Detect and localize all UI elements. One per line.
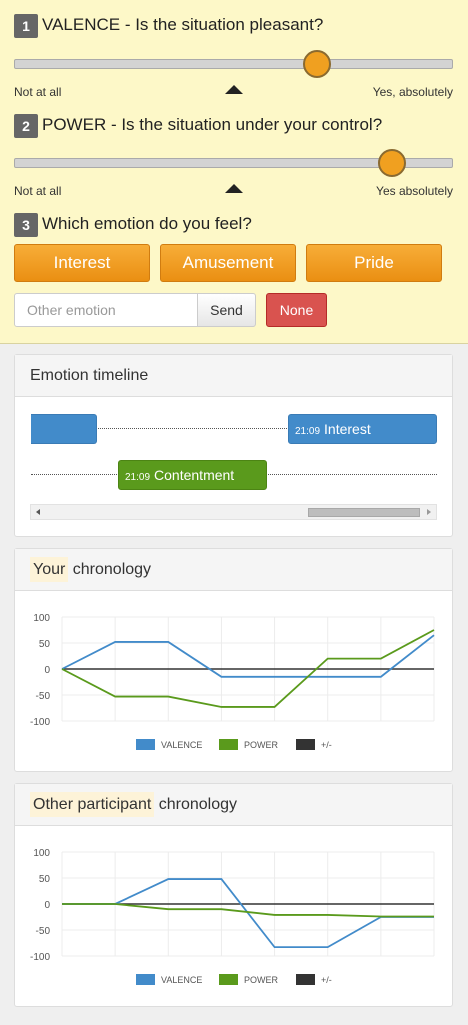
legend-label: VALENCE (161, 740, 202, 750)
legend-label: POWER (244, 975, 279, 985)
question-3-number: 3 (14, 213, 38, 237)
emotion-timeline-panel: Emotion timeline 21:09 Interest 21:09 Cont… (14, 354, 453, 537)
legend-swatch (219, 974, 238, 985)
y-tick-label: -100 (30, 952, 50, 963)
scroll-right-arrow-icon[interactable] (427, 509, 431, 515)
emotion-button-interest[interactable]: Interest (14, 244, 150, 282)
timeline-item-time: 21:09 (125, 472, 151, 483)
timeline-item-time: 21:09 (295, 426, 321, 437)
timeline-item-label: Interest (324, 421, 371, 437)
legend-label: +/- (321, 740, 332, 750)
none-button[interactable]: None (266, 293, 327, 327)
questionnaire: 1 VALENCE - Is the situation pleasant? N… (0, 0, 468, 344)
valence-min-label: Not at all (14, 85, 62, 99)
power-min-label: Not at all (14, 184, 62, 198)
legend-swatch (296, 739, 315, 750)
scrollbar-thumb[interactable] (308, 508, 420, 517)
legend-swatch (296, 974, 315, 985)
series-line-valence (62, 878, 434, 949)
scroll-left-arrow-icon[interactable] (36, 509, 40, 515)
series-line-valence (61, 634, 435, 678)
question-1-text: VALENCE - Is the situation pleasant? (42, 15, 324, 34)
your-chronology-title-highlight: Your (30, 557, 69, 582)
other-chronology-title: Other participant chronology (15, 784, 452, 826)
valence-slider-handle[interactable] (302, 50, 331, 78)
valence-slider-track[interactable] (14, 59, 453, 69)
legend-label: +/- (321, 975, 332, 985)
y-tick-label: -100 (30, 717, 50, 728)
timeline-item-contentment[interactable]: 21:09 Contentment (118, 460, 267, 490)
emotion-timeline-title: Emotion timeline (15, 355, 452, 397)
legend-swatch (219, 739, 238, 750)
power-slider-handle[interactable] (377, 149, 406, 177)
power-midpoint-marker-icon (225, 184, 243, 193)
other-chronology-title-rest: chronology (154, 796, 237, 813)
your-chronology-title: Your chronology (15, 549, 452, 591)
valence-midpoint-marker-icon (225, 85, 243, 94)
y-tick-label: 0 (44, 900, 50, 911)
valence-max-label: Yes, absolutely (372, 85, 453, 99)
legend-swatch (136, 974, 155, 985)
timeline-horizontal-scrollbar[interactable] (30, 504, 437, 520)
y-tick-label: 100 (33, 848, 50, 859)
y-tick-label: -50 (36, 926, 51, 937)
other-chronology-title-highlight: Other participant (30, 792, 155, 817)
legend-swatch (136, 739, 155, 750)
other-emotion-input[interactable] (14, 293, 198, 327)
y-tick-label: -50 (36, 691, 51, 702)
question-2-text: POWER - Is the situation under your cont… (42, 115, 383, 134)
timeline-bar-partial[interactable] (31, 414, 97, 444)
timeline-item-label: Contentment (154, 467, 235, 483)
timeline-item-interest[interactable]: 21:09 Interest (288, 414, 437, 444)
question-1-number: 1 (14, 14, 38, 38)
emotion-button-pride[interactable]: Pride (306, 244, 442, 282)
your-chronology-panel: Your chronology 100 50 0 -50 -100 VALENCE POWE… (14, 548, 453, 772)
other-chronology-panel: Other participant chronology 100 50 0 -50 -1… (14, 783, 453, 1007)
question-2-number: 2 (14, 114, 38, 138)
power-max-label: Yes absolutely (376, 184, 453, 198)
y-tick-label: 50 (39, 639, 51, 650)
legend-label: POWER (244, 740, 279, 750)
legend-label: VALENCE (161, 975, 202, 985)
emotion-button-amusement[interactable]: Amusement (160, 244, 296, 282)
y-tick-label: 50 (39, 874, 51, 885)
question-3-text: Which emotion do you feel? (42, 214, 252, 233)
timeline-body: 21:09 Interest 21:09 Contentment (15, 398, 452, 536)
your-chronology-chart: 100 50 0 -50 -100 VALENCE POWER +/- (30, 613, 435, 750)
y-tick-label: 100 (33, 613, 50, 624)
other-chronology-chart: 100 50 0 -50 -100 VALENCE POWER +/- (30, 848, 435, 985)
y-tick-label: 0 (44, 665, 50, 676)
send-button[interactable]: Send (197, 293, 256, 327)
your-chronology-title-rest: chronology (68, 561, 152, 578)
series-line-power (62, 903, 434, 918)
